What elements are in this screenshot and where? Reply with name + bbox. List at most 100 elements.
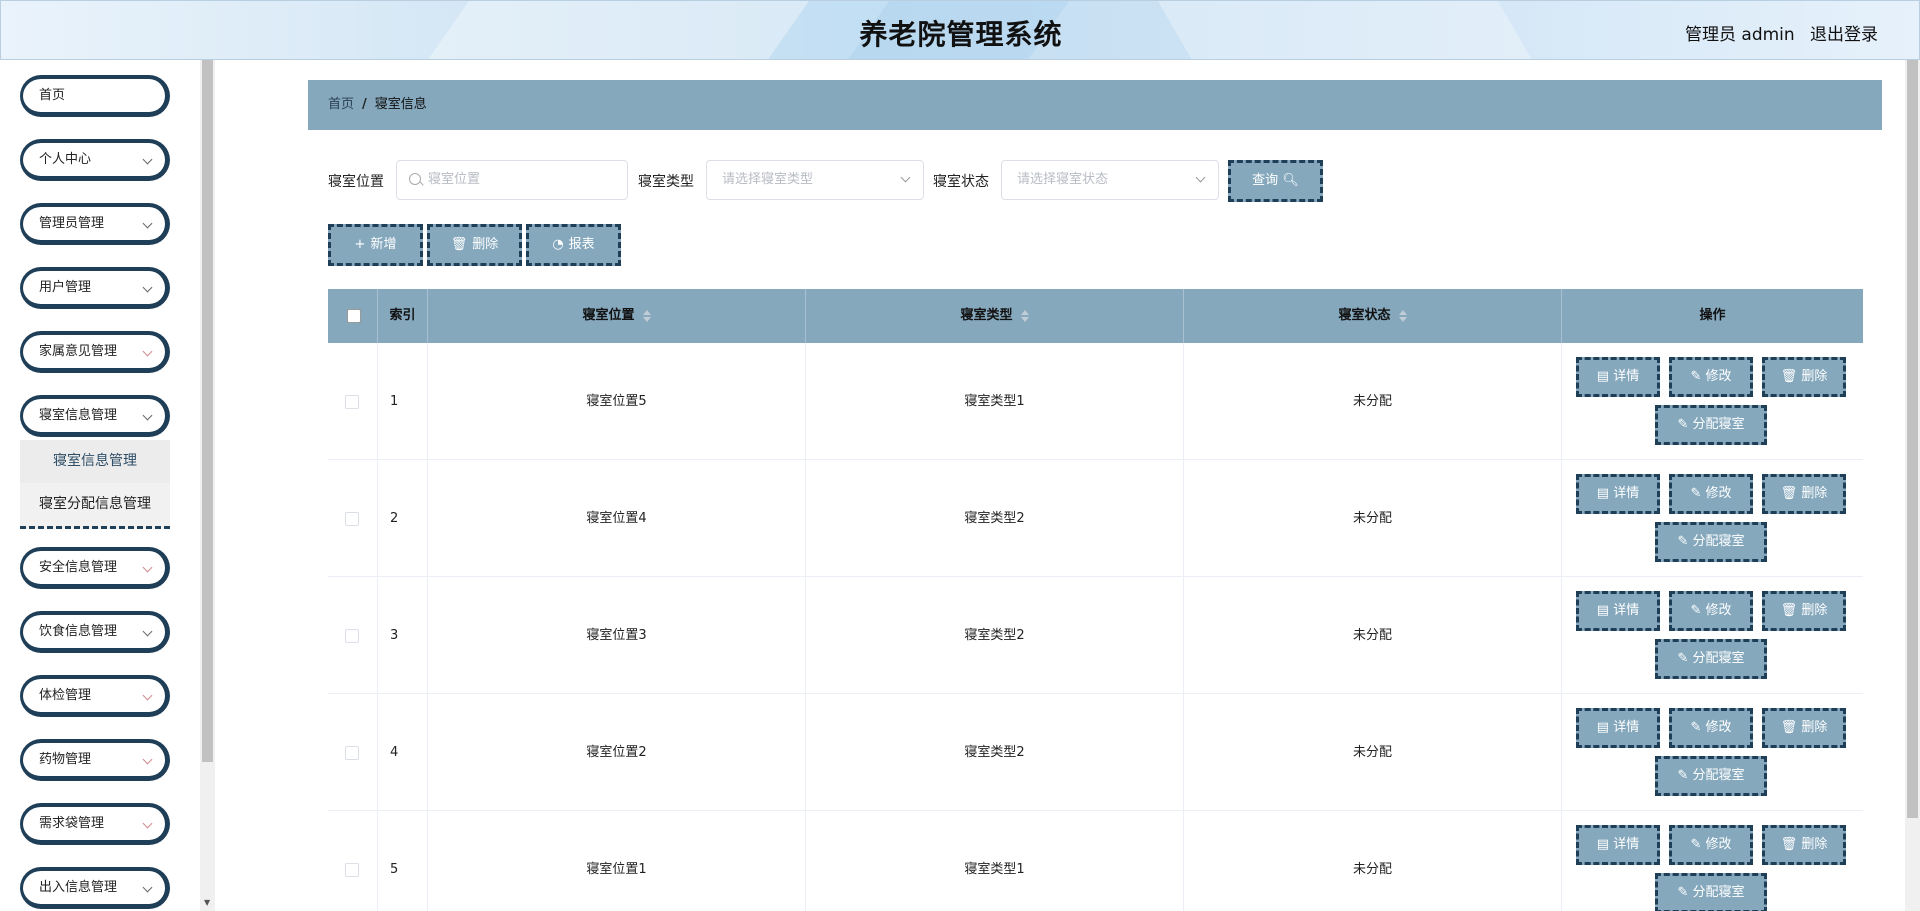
sidebar-item-diet[interactable]: 饮食信息管理 (20, 611, 170, 653)
sidebar-item-admin[interactable]: 管理员管理 (20, 203, 170, 245)
edit-label: 修改 (1705, 486, 1732, 501)
cell-actions: ▤ 详情 ✎ 修改 🗑︎ 删除 ✎ 分配寝室 (1562, 460, 1863, 577)
scroll-down-arrow-icon[interactable]: ▼ (204, 898, 210, 907)
chevron-down-icon (900, 172, 911, 183)
sort-icon[interactable] (1398, 309, 1407, 322)
header-type[interactable]: 寝室类型 (806, 289, 1184, 343)
edit-icon: ✎ (1677, 417, 1693, 432)
table-header: 索引 寝室位置 寝室类型 寝室状态 操作 (328, 289, 1863, 343)
status-placeholder: 请选择寝室状态 (1017, 172, 1109, 187)
batch-delete-button[interactable]: 🗑︎ 删除 (427, 224, 522, 266)
cell-location: 寝室位置2 (428, 694, 806, 811)
current-user: 管理员 admin (1685, 25, 1795, 45)
sidebar-scroll-thumb[interactable] (202, 60, 213, 762)
sort-icon[interactable] (642, 309, 651, 322)
detail-button[interactable]: ▤ 详情 (1576, 357, 1660, 397)
chevron-down-icon (142, 410, 153, 421)
delete-button[interactable]: 🗑︎ 删除 (1762, 825, 1846, 865)
sidebar-item-needs[interactable]: 需求袋管理 (20, 803, 170, 845)
delete-label: 删除 (1801, 603, 1828, 618)
sidebar-item-label: 管理员管理 (39, 216, 105, 231)
detail-button[interactable]: ▤ 详情 (1576, 825, 1660, 865)
edit-button[interactable]: ✎ 修改 (1669, 825, 1753, 865)
delete-label: 删除 (1801, 837, 1828, 852)
edit-button[interactable]: ✎ 修改 (1669, 591, 1753, 631)
sidebar-item-home[interactable]: 首页 (20, 75, 170, 117)
detail-button[interactable]: ▤ 详情 (1576, 708, 1660, 748)
edit-icon: ✎ (1690, 603, 1706, 618)
trash-icon: 🗑︎ (450, 237, 468, 252)
trash-icon: 🗑︎ (1780, 369, 1802, 384)
table-row: 5 寝室位置1 寝室类型1 未分配 ▤ 详情 ✎ 修改 🗑︎ 删除 ✎ 分配寝室 (328, 811, 1863, 911)
location-placeholder: 寝室位置 (428, 172, 481, 187)
assign-dorm-button[interactable]: ✎ 分配寝室 (1655, 873, 1767, 911)
cell-type: 寝室类型1 (806, 811, 1184, 911)
header-status[interactable]: 寝室状态 (1184, 289, 1562, 343)
sort-icon[interactable] (1020, 309, 1029, 322)
edit-button[interactable]: ✎ 修改 (1669, 708, 1753, 748)
row-checkbox[interactable] (345, 629, 359, 643)
logout-link[interactable]: 退出登录 (1810, 20, 1878, 45)
breadcrumb-home[interactable]: 首页 (328, 97, 354, 112)
sidebar-item-label: 药物管理 (39, 752, 92, 767)
type-select[interactable]: 请选择寝室类型 (706, 160, 924, 200)
delete-button[interactable]: 🗑︎ 删除 (1762, 474, 1846, 514)
submenu-dorm-assign[interactable]: 寝室分配信息管理 (20, 483, 170, 529)
assign-dorm-button[interactable]: ✎ 分配寝室 (1655, 639, 1767, 679)
row-checkbox[interactable] (345, 746, 359, 760)
row-checkbox[interactable] (345, 863, 359, 877)
assign-label: 分配寝室 (1692, 768, 1745, 783)
edit-label: 修改 (1705, 837, 1732, 852)
sidebar-item-security[interactable]: 安全信息管理 (20, 547, 170, 589)
assign-dorm-button[interactable]: ✎ 分配寝室 (1655, 405, 1767, 445)
select-all-checkbox[interactable] (347, 309, 361, 323)
header-location[interactable]: 寝室位置 (428, 289, 806, 343)
sidebar-item-family-feedback[interactable]: 家属意见管理 (20, 331, 170, 373)
edit-icon: ✎ (1690, 720, 1706, 735)
chevron-down-icon (142, 218, 153, 229)
assign-dorm-button[interactable]: ✎ 分配寝室 (1655, 522, 1767, 562)
cell-actions: ▤ 详情 ✎ 修改 🗑︎ 删除 ✎ 分配寝室 (1562, 343, 1863, 460)
chevron-down-icon (142, 282, 153, 293)
plus-icon: + (354, 237, 366, 252)
chevron-down-icon (1195, 172, 1206, 183)
chevron-down-icon (142, 754, 153, 765)
edit-button[interactable]: ✎ 修改 (1669, 357, 1753, 397)
row-select-cell (328, 343, 378, 460)
report-button[interactable]: ◔ 报表 (526, 224, 621, 266)
delete-label: 删除 (472, 237, 499, 252)
row-checkbox[interactable] (345, 512, 359, 526)
sidebar-item-label: 用户管理 (39, 280, 92, 295)
edit-button[interactable]: ✎ 修改 (1669, 474, 1753, 514)
cell-actions: ▤ 详情 ✎ 修改 🗑︎ 删除 ✎ 分配寝室 (1562, 577, 1863, 694)
location-search-input[interactable]: 寝室位置 (396, 160, 628, 200)
delete-button[interactable]: 🗑︎ 删除 (1762, 591, 1846, 631)
detail-button[interactable]: ▤ 详情 (1576, 474, 1660, 514)
row-checkbox[interactable] (345, 395, 359, 409)
sidebar-item-medicine[interactable]: 药物管理 (20, 739, 170, 781)
detail-label: 详情 (1613, 486, 1640, 501)
delete-button[interactable]: 🗑︎ 删除 (1762, 708, 1846, 748)
sidebar-item-checkup[interactable]: 体检管理 (20, 675, 170, 717)
add-button[interactable]: + 新增 (328, 224, 423, 266)
assign-dorm-button[interactable]: ✎ 分配寝室 (1655, 756, 1767, 796)
status-select[interactable]: 请选择寝室状态 (1001, 160, 1219, 200)
submenu-dorm-info[interactable]: 寝室信息管理 (20, 440, 170, 483)
edit-label: 修改 (1705, 720, 1732, 735)
header-location-label: 寝室位置 (582, 308, 635, 323)
header-actions: 操作 (1699, 308, 1726, 323)
query-button[interactable]: 查询 🔍︎ (1228, 160, 1323, 202)
delete-button[interactable]: 🗑︎ 删除 (1762, 357, 1846, 397)
sidebar-item-profile[interactable]: 个人中心 (20, 139, 170, 181)
header-type-label: 寝室类型 (960, 308, 1013, 323)
sidebar-item-users[interactable]: 用户管理 (20, 267, 170, 309)
table-row: 4 寝室位置2 寝室类型2 未分配 ▤ 详情 ✎ 修改 🗑︎ 删除 ✎ 分配寝室 (328, 694, 1863, 811)
page-scroll-thumb[interactable] (1907, 60, 1918, 818)
row-select-cell (328, 811, 378, 911)
detail-button[interactable]: ▤ 详情 (1576, 591, 1660, 631)
chevron-down-icon (142, 346, 153, 357)
chevron-down-icon (142, 690, 153, 701)
sidebar-item-dorm-info[interactable]: 寝室信息管理 (20, 395, 170, 437)
sidebar-item-label: 出入信息管理 (39, 880, 118, 895)
sidebar-item-access[interactable]: 出入信息管理 (20, 867, 170, 909)
